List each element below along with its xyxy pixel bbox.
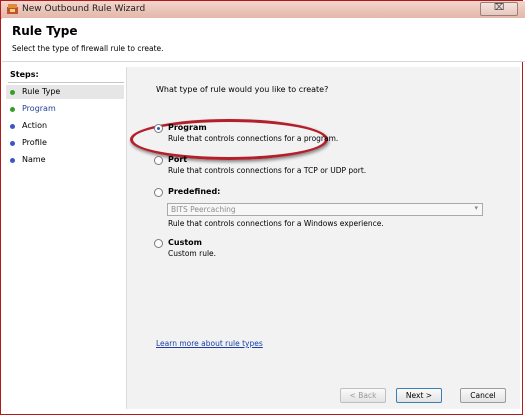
predefined-radio[interactable] [154,188,163,197]
predefined-select-value: BITS Peercaching [171,205,236,214]
step-label: Name [22,155,46,164]
learn-more-link[interactable]: Learn more about rule types [156,339,263,348]
back-button[interactable]: < Back [340,388,386,403]
chevron-down-icon: ▾ [474,204,478,212]
wizard-window: New Outbound Rule Wizard ⌧ Rule Type Sel… [0,0,525,415]
title-bar: New Outbound Rule Wizard ⌧ [1,1,525,19]
option-title: Program [168,123,207,132]
step-label: Action [22,121,48,130]
steps-label: Steps: [10,70,39,79]
step-program[interactable]: Program [6,102,124,116]
step-bullet-icon [10,90,15,95]
page-subtitle: Select the type of firewall rule to crea… [12,44,164,53]
cancel-button[interactable]: Cancel [460,388,506,403]
option-title: Port [168,155,188,164]
next-button[interactable]: Next > [396,388,442,403]
main-panel: What type of rule would you like to crea… [126,67,520,409]
step-label: Rule Type [22,87,61,96]
step-bullet-icon [10,141,15,146]
close-button[interactable]: ⌧ [480,2,518,16]
step-name: Name [6,153,124,167]
program-radio[interactable] [154,124,163,133]
option-description: Rule that controls connections for a TCP… [168,166,367,175]
firewall-wizard-icon [7,4,18,14]
window-title: New Outbound Rule Wizard [22,4,146,14]
step-bullet-icon [10,158,15,163]
page-title: Rule Type [12,24,78,38]
step-label: Profile [22,138,47,147]
option-description: Rule that controls connections for a Win… [168,219,384,228]
port-radio[interactable] [154,156,163,165]
step-rule-type: Rule Type [6,85,124,99]
rule-type-question: What type of rule would you like to crea… [156,85,329,94]
step-action: Action [6,119,124,133]
close-icon: ⌧ [493,3,505,13]
predefined-select[interactable]: BITS Peercaching ▾ [167,203,483,216]
steps-divider [8,82,124,83]
custom-radio[interactable] [154,239,163,248]
step-bullet-icon [10,124,15,129]
step-bullet-icon [10,107,15,112]
option-description: Rule that controls connections for a pro… [168,134,339,143]
step-label: Program [22,104,56,113]
option-description: Custom rule. [168,249,217,258]
option-title: Custom [168,238,202,247]
option-title: Predefined: [168,187,221,196]
steps-sidebar: Steps: Rule Type Program Action Profile … [6,67,126,409]
step-profile: Profile [6,136,124,150]
wizard-header: Rule Type Select the type of firewall ru… [2,18,525,62]
